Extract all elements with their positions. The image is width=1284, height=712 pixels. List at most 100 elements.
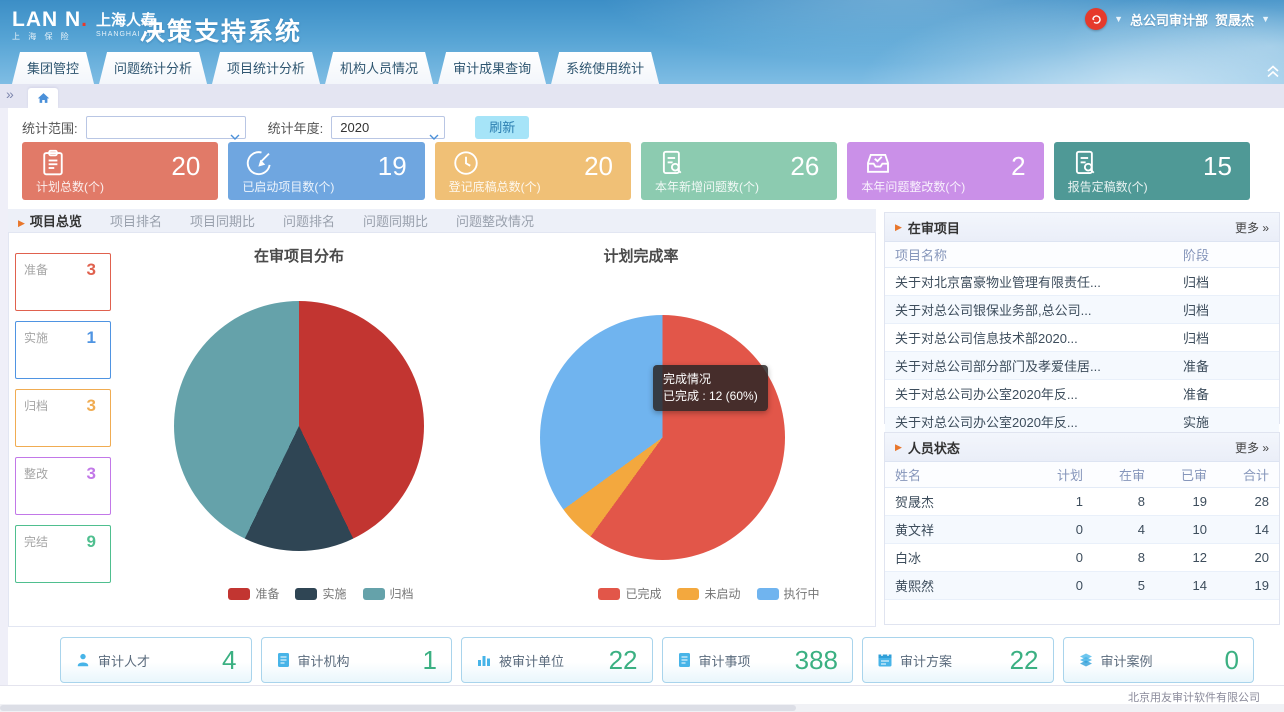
charts-panel: 准备 3 实施 1 归档 3 整改 3 完结 9 (8, 232, 876, 627)
stage-label: 完结 (24, 533, 48, 550)
user-department[interactable]: 总公司审计部 (1130, 10, 1208, 29)
file-icon (677, 652, 692, 668)
legend-swatch (677, 588, 699, 600)
stage-badge: 准备 (1183, 384, 1279, 403)
scrollbar-thumb[interactable] (0, 705, 796, 711)
stage-box-archive[interactable]: 归档 3 (15, 389, 111, 447)
personnel-more-link[interactable]: 更多 » (1235, 439, 1269, 456)
panel-title: 人员状态 (908, 438, 960, 457)
refresh-avatar-icon[interactable] (1085, 8, 1107, 30)
horizontal-scrollbar (0, 704, 1284, 712)
legend-item-not-started[interactable]: 未启动 (677, 585, 740, 602)
chart-title-project-distribution: 在审项目分布 (174, 245, 424, 266)
legend-swatch (228, 588, 250, 600)
layers-icon (1078, 652, 1094, 668)
logo-dot: . (81, 8, 88, 31)
home-tab[interactable] (28, 88, 58, 108)
stage-label: 实施 (24, 329, 48, 346)
nav-tab-audit-results[interactable]: 审计成果查询 (438, 52, 546, 84)
filter-bar: 统计范围: 统计年度: 2020 刷新 (22, 116, 529, 139)
chart-title-plan-completion: 计划完成率 (516, 245, 766, 266)
year-select[interactable]: 2020 (331, 116, 445, 139)
refresh-button[interactable]: 刷新 (475, 116, 529, 139)
main-content: 统计范围: 统计年度: 2020 刷新 (0, 108, 1284, 685)
personnel-row[interactable]: 贺晟杰 1 8 19 28 (885, 488, 1279, 516)
pie-plan-completion[interactable] (540, 315, 785, 560)
project-row[interactable]: 关于对总公司银保业务部,总公司... 归档 (885, 296, 1279, 324)
legend-item-prepare[interactable]: 准备 (228, 585, 279, 602)
summary-card-label: 审计案例 (1101, 651, 1153, 670)
project-row[interactable]: 关于对总公司办公室2020年反... 准备 (885, 380, 1279, 408)
subtab-project-ranking[interactable]: 项目排名 (110, 211, 162, 230)
panel-bullet-icon: ▶ (895, 222, 902, 233)
project-row[interactable]: 关于对总公司信息技术部2020... 归档 (885, 324, 1279, 352)
stage-box-rectify[interactable]: 整改 3 (15, 457, 111, 515)
scope-label: 统计范围: (22, 118, 78, 137)
project-row[interactable]: 关于对北京富豪物业管理有限责任... 归档 (885, 268, 1279, 296)
legend-item-in-progress[interactable]: 执行中 (757, 585, 820, 602)
personnel-row[interactable]: 黄文祥 0 4 10 14 (885, 516, 1279, 544)
col-header-name: 姓名 (885, 465, 1031, 484)
subtab-project-yoy[interactable]: 项目同期比 (190, 211, 255, 230)
legend-swatch (757, 588, 779, 600)
stage-label: 归档 (24, 397, 48, 414)
stage-box-complete[interactable]: 完结 9 (15, 525, 111, 583)
stat-card-started-projects[interactable]: 19 已启动项目数(个) (228, 142, 424, 200)
summary-card-audit-talent[interactable]: 审计人才 4 (60, 637, 252, 683)
subtab-issue-yoy[interactable]: 问题同期比 (363, 211, 428, 230)
summary-card-audit-org[interactable]: 审计机构 1 (261, 637, 453, 683)
panel-header: ▶ 人员状态 更多 » (885, 433, 1279, 462)
user-name[interactable]: 贺晟杰 (1215, 10, 1254, 29)
legend-item-archive[interactable]: 归档 (363, 585, 414, 602)
user-caret-icon[interactable]: ▼ (1261, 14, 1270, 24)
stage-box-prepare[interactable]: 准备 3 (15, 253, 111, 311)
app-root: LAN N. 上 海 保 险 上海人寿 SHANGHAI LIFE 决策支持系统… (0, 0, 1284, 712)
avatar-caret-icon[interactable]: ▼ (1114, 14, 1123, 24)
summary-card-audit-matters[interactable]: 审计事项 388 (662, 637, 854, 683)
home-icon (37, 92, 50, 104)
summary-card-audit-plans[interactable]: 审计方案 22 (862, 637, 1054, 683)
nav-tab-system-usage[interactable]: 系统使用统计 (551, 52, 659, 84)
subtab-project-overview[interactable]: ▶项目总览 (18, 211, 82, 230)
nav-tab-group-control[interactable]: 集团管控 (12, 52, 94, 84)
expand-tabs-icon[interactable]: » (6, 86, 14, 102)
stat-card-rectified-issues[interactable]: 2 本年问题整改数(个) (847, 142, 1043, 200)
stage-count: 3 (87, 464, 96, 484)
legend-item-implement[interactable]: 实施 (295, 585, 346, 602)
summary-card-audited-units[interactable]: 被审计单位 22 (461, 637, 653, 683)
stage-count: 9 (87, 532, 96, 552)
stat-card-plan-total[interactable]: 20 计划总数(个) (22, 142, 218, 200)
subtab-issue-rectification[interactable]: 问题整改情况 (456, 211, 534, 230)
stat-card-new-issues[interactable]: 26 本年新增问题数(个) (641, 142, 837, 200)
projects-more-link[interactable]: 更多 » (1235, 219, 1269, 236)
personnel-row[interactable]: 黄熙然 0 5 14 19 (885, 572, 1279, 600)
stage-box-implement[interactable]: 实施 1 (15, 321, 111, 379)
scope-select[interactable] (86, 116, 246, 139)
col-header-total: 合计 (1217, 465, 1279, 484)
left-gutter (0, 108, 8, 685)
summary-card-label: 被审计单位 (499, 651, 564, 670)
subtab-issue-ranking[interactable]: 问题排名 (283, 211, 335, 230)
summary-card-value: 22 (609, 645, 638, 676)
col-header-plan: 计划 (1031, 465, 1093, 484)
summary-card-audit-cases[interactable]: 审计案例 0 (1063, 637, 1255, 683)
project-stage-summary: 准备 3 实施 1 归档 3 整改 3 完结 9 (15, 253, 111, 583)
collapse-header-button[interactable] (1266, 65, 1280, 78)
stat-card-label: 本年问题整改数(个) (861, 178, 965, 195)
stat-card-final-reports[interactable]: 15 报告定稿数(个) (1054, 142, 1250, 200)
stage-label: 整改 (24, 465, 48, 482)
project-row[interactable]: 关于对总公司部分部门及孝爱佳居... 准备 (885, 352, 1279, 380)
pie-project-distribution[interactable] (174, 301, 424, 551)
stat-card-registered-drafts[interactable]: 20 登记底稿总数(个) (435, 142, 631, 200)
nav-tab-project-stats[interactable]: 项目统计分析 (212, 52, 320, 84)
stat-card-label: 计划总数(个) (36, 178, 104, 195)
col-header-project-name: 项目名称 (885, 245, 1183, 264)
projects-table-header: 项目名称 阶段 (885, 242, 1279, 268)
stat-cards-row: 20 计划总数(个) 19 已启动项目数(个) (22, 142, 1250, 200)
legend-item-completed[interactable]: 已完成 (598, 585, 661, 602)
summary-card-value: 4 (222, 645, 236, 676)
nav-tab-issue-stats[interactable]: 问题统计分析 (99, 52, 207, 84)
nav-tab-org-personnel[interactable]: 机构人员情况 (325, 52, 433, 84)
personnel-row[interactable]: 白冰 0 8 12 20 (885, 544, 1279, 572)
panel-personnel-status: ▶ 人员状态 更多 » 姓名 计划 在审 已审 合计 贺晟杰 1 8 19 28… (884, 432, 1280, 625)
